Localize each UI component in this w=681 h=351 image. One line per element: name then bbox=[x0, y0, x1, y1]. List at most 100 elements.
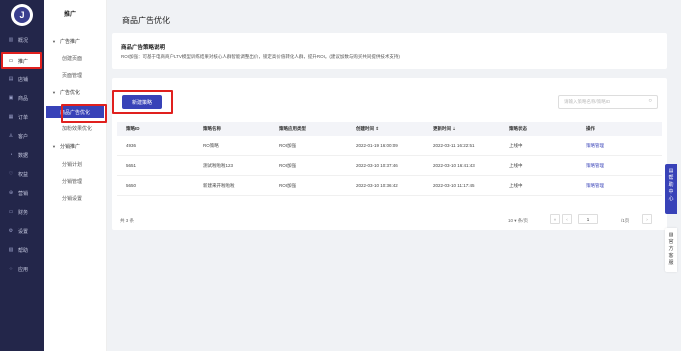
service-label-char: 客 bbox=[668, 253, 674, 259]
caret-down-icon: ▼ bbox=[52, 144, 56, 149]
manage-strategy-link[interactable]: 策略管理 bbox=[586, 143, 604, 149]
cell-id: 5650 bbox=[126, 183, 137, 188]
group-label: 分销推广 bbox=[59, 144, 80, 150]
rights-icon: ♡ bbox=[8, 171, 14, 177]
cell-type: ROI加强 bbox=[279, 183, 297, 188]
nav-item-store[interactable]: ▤ 店铺 bbox=[2, 72, 42, 86]
nav-item-finance[interactable]: ▭ 财务 bbox=[2, 205, 42, 219]
help-icon: ▧ bbox=[8, 247, 14, 253]
prev-page-button[interactable]: ‹ bbox=[562, 214, 572, 224]
nav-item-overview[interactable]: ▥ 概况 bbox=[2, 33, 42, 47]
nav-item-help[interactable]: ▧ 帮助 bbox=[2, 243, 42, 257]
nav-label: 营销 bbox=[18, 190, 29, 197]
nav-item-marketing[interactable]: ⊕ 营销 bbox=[2, 186, 42, 200]
strategy-table-card: 新建策略 请输入策略名称/策略ID ○ 策略ID 策略名称 策略应用类型 创建时… bbox=[112, 78, 667, 230]
search-input[interactable]: 请输入策略名称/策略ID ○ bbox=[558, 95, 658, 109]
service-label-char: 方 bbox=[668, 246, 674, 252]
apps-icon: ⁘ bbox=[8, 266, 14, 272]
official-service-button[interactable]: ▨ 官 方 客 服 bbox=[665, 228, 677, 272]
caret-down-icon: ▼ bbox=[52, 39, 56, 44]
overview-icon: ▥ bbox=[8, 37, 14, 43]
page-count: /1页 bbox=[621, 218, 630, 223]
sub-item-page-manage[interactable]: 页面管理 bbox=[62, 72, 82, 79]
cell-updated: 2022-03-10 11:17:45 bbox=[433, 183, 475, 188]
cell-status: 上线中 bbox=[509, 163, 523, 168]
search-icon[interactable]: ○ bbox=[648, 98, 652, 104]
nav-label: 应用 bbox=[18, 266, 29, 273]
nav-label: 客户 bbox=[18, 133, 29, 140]
table-row: 4936 RO策略 ROI加强 2022-01-19 16:00:09 2022… bbox=[117, 136, 662, 156]
sub-sidebar-title: 推广 bbox=[64, 12, 77, 18]
sub-item-highlight-box bbox=[61, 104, 107, 123]
cell-updated: 2022-03-11 16:22:51 bbox=[433, 143, 475, 148]
sub-item-dist-plan[interactable]: 分销计划 bbox=[62, 161, 82, 168]
help-label-char: 中 bbox=[668, 189, 674, 195]
help-doc-icon: ▤ bbox=[668, 168, 674, 174]
orders-icon: ▦ bbox=[8, 114, 14, 120]
marketing-icon: ⊕ bbox=[8, 190, 14, 196]
cell-created: 2022-03-10 10:36:42 bbox=[356, 183, 398, 188]
nav-label: 店铺 bbox=[18, 76, 29, 83]
sub-item-create-page[interactable]: 创建页面 bbox=[62, 55, 82, 62]
sub-item-fans-optimize[interactable]: 加粉效果优化 bbox=[62, 125, 92, 132]
nav-item-data[interactable]: ◔ 数据 bbox=[2, 148, 42, 162]
help-label-char: 助 bbox=[668, 182, 674, 188]
nav-label: 财务 bbox=[18, 209, 29, 216]
nav-label: 设置 bbox=[18, 228, 29, 235]
nav-label: 数据 bbox=[18, 152, 29, 159]
app-logo[interactable]: J bbox=[11, 4, 33, 26]
info-description: ROI加强：可基于电商商户LTV模型训练结果对核心人群智能调整出价，锁定高价值转… bbox=[121, 54, 400, 59]
group-label: 广告推广 bbox=[59, 39, 80, 45]
cell-name: 测试啦啦啦123 bbox=[203, 163, 234, 168]
nav-item-customers[interactable]: ♙ 客户 bbox=[2, 129, 42, 143]
group-distribution[interactable]: ▼ 分销推广 bbox=[52, 143, 80, 150]
service-icon: ▨ bbox=[668, 232, 674, 238]
service-label-char: 服 bbox=[668, 260, 674, 266]
nav-label: 帮助 bbox=[18, 247, 29, 254]
help-label-char: 心 bbox=[668, 196, 674, 202]
table-row: 5650 新建来开啦啦啦 ROI加强 2022-03-10 10:36:42 2… bbox=[117, 176, 662, 196]
caret-down-icon: ▼ bbox=[52, 90, 56, 95]
col-header-name: 策略名称 bbox=[203, 126, 221, 131]
nav-item-goods[interactable]: ▣ 商品 bbox=[2, 91, 42, 105]
store-icon: ▤ bbox=[8, 76, 14, 82]
sub-item-dist-manage[interactable]: 分销管理 bbox=[62, 178, 82, 185]
cell-name: 新建来开啦啦啦 bbox=[203, 183, 235, 188]
cell-status: 上线中 bbox=[509, 143, 523, 148]
col-header-actions: 操作 bbox=[586, 126, 595, 131]
help-center-button[interactable]: ▤ 帮 助 中 心 bbox=[665, 164, 677, 214]
group-ad-promotion[interactable]: ▼ 广告推广 bbox=[52, 38, 80, 45]
col-header-updated[interactable]: 更新时间 ⇣ bbox=[433, 126, 456, 132]
nav-item-apps[interactable]: ⁘ 应用 bbox=[2, 262, 42, 276]
sub-item-dist-settings[interactable]: 分销设置 bbox=[62, 195, 82, 202]
page-size-select[interactable]: 10 ▾ 条/页 bbox=[508, 218, 528, 224]
finance-icon: ▭ bbox=[8, 209, 14, 215]
manage-strategy-link[interactable]: 策略管理 bbox=[586, 183, 604, 189]
table-row: 5651 测试啦啦啦123 ROI加强 2022-03-10 10:37:46 … bbox=[117, 156, 662, 176]
first-page-button[interactable]: « bbox=[550, 214, 560, 224]
goods-icon: ▣ bbox=[8, 95, 14, 101]
pager-total: 共 3 条 bbox=[120, 218, 135, 223]
page-title: 商品广告优化 bbox=[122, 16, 170, 25]
cell-created: 2022-01-19 16:00:09 bbox=[356, 143, 398, 148]
next-page-button[interactable]: › bbox=[642, 214, 652, 224]
cell-updated: 2022-03-10 16:41:43 bbox=[433, 163, 475, 168]
nav-label: 权益 bbox=[18, 171, 29, 178]
group-label: 广告优化 bbox=[59, 90, 80, 96]
cell-created: 2022-03-10 10:37:46 bbox=[356, 163, 398, 168]
group-ad-optimize[interactable]: ▼ 广告优化 bbox=[52, 89, 80, 96]
cell-id: 5651 bbox=[126, 163, 137, 168]
nav-item-rights[interactable]: ♡ 权益 bbox=[2, 167, 42, 181]
strategy-info-card: 商品广告策略说明 ROI加强：可基于电商商户LTV模型训练结果对核心人群智能调整… bbox=[112, 33, 667, 69]
col-header-type: 策略应用类型 bbox=[279, 126, 306, 131]
page-number-input[interactable]: 1 bbox=[578, 214, 598, 224]
manage-strategy-link[interactable]: 策略管理 bbox=[586, 163, 604, 169]
cell-type: ROI加强 bbox=[279, 163, 297, 168]
sub-sidebar: 推广 ▼ 广告推广 创建页面 页面管理 ▼ 广告优化 商品广告优化 加粉效果优化 ▼… bbox=[44, 0, 107, 351]
nav-item-settings[interactable]: ⚙ 设置 bbox=[2, 224, 42, 238]
cell-type: ROI加强 bbox=[279, 143, 297, 148]
data-icon: ◔ bbox=[9, 152, 13, 158]
col-header-created[interactable]: 创建时间 ⇕ bbox=[356, 126, 379, 132]
nav-item-orders[interactable]: ▦ 订单 bbox=[2, 110, 42, 124]
search-placeholder: 请输入策略名称/策略ID bbox=[564, 99, 611, 104]
